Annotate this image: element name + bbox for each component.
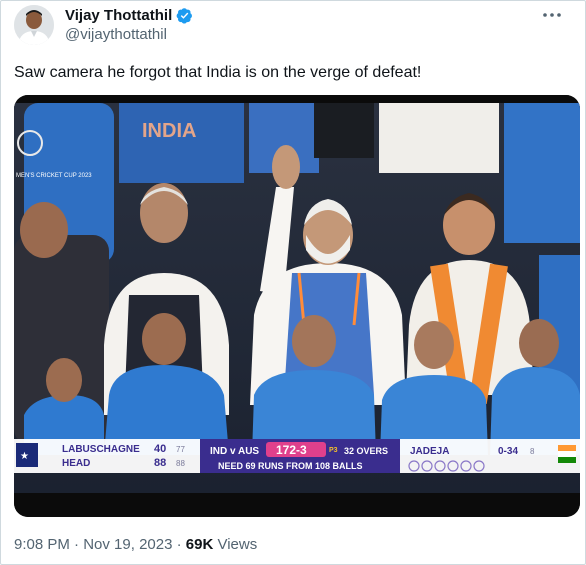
author-handle[interactable]: @vijaythottathil	[65, 26, 167, 43]
meta-separator-2: ·	[172, 536, 186, 553]
batter1-name: LABUSCHAGNE	[62, 444, 140, 455]
author-avatar[interactable]	[14, 5, 54, 45]
team-score: 172-3	[276, 443, 307, 457]
views-label: Views	[213, 536, 258, 553]
powerplay-label: P3	[329, 447, 338, 454]
stadium-photo: INDIA MEN'S CRICKET CUP 2023 ★ LABUSCHAG…	[14, 95, 580, 517]
tweet-date[interactable]: Nov 19, 2023	[83, 536, 172, 553]
event-logo-text: MEN'S CRICKET CUP 2023	[16, 173, 92, 179]
author-name-row: Vijay Thottathil	[65, 7, 193, 24]
verified-badge-icon[interactable]	[176, 7, 193, 24]
match-label: IND v AUS	[210, 446, 259, 457]
target-label: NEED 69 RUNS FROM 108 BALLS	[218, 461, 363, 471]
india-flag-icon	[558, 445, 576, 451]
batter2-balls: 88	[176, 459, 185, 468]
tweet-text: Saw camera he forgot that India is on th…	[14, 64, 422, 81]
meta-separator: ·	[69, 536, 84, 553]
tweet-media-image[interactable]: INDIA MEN'S CRICKET CUP 2023 ★ LABUSCHAG…	[14, 95, 580, 517]
jersey-text: INDIA	[142, 120, 196, 142]
more-options-icon[interactable]	[541, 9, 563, 21]
tweet-meta: 9:08 PM · Nov 19, 2023 · 69K Views	[14, 536, 257, 553]
tweet-time[interactable]: 9:08 PM	[14, 536, 70, 553]
bowler-name: JADEJA	[410, 446, 449, 457]
bowler-overs: 8	[530, 447, 535, 456]
tweet-card: Vijay Thottathil @vijaythottathil Saw ca…	[0, 0, 586, 565]
views-count[interactable]: 69K	[186, 536, 214, 553]
batter1-runs: 40	[154, 443, 166, 455]
overs-label: 32 OVERS	[344, 446, 388, 456]
batter2-runs: 88	[154, 457, 166, 469]
batter1-balls: 77	[176, 445, 185, 454]
bowler-figures: 0-34	[498, 446, 518, 457]
batter2-name: HEAD	[62, 458, 90, 469]
svg-text:★: ★	[20, 451, 29, 462]
author-display-name[interactable]: Vijay Thottathil	[65, 7, 172, 24]
avatar-photo	[14, 5, 54, 45]
